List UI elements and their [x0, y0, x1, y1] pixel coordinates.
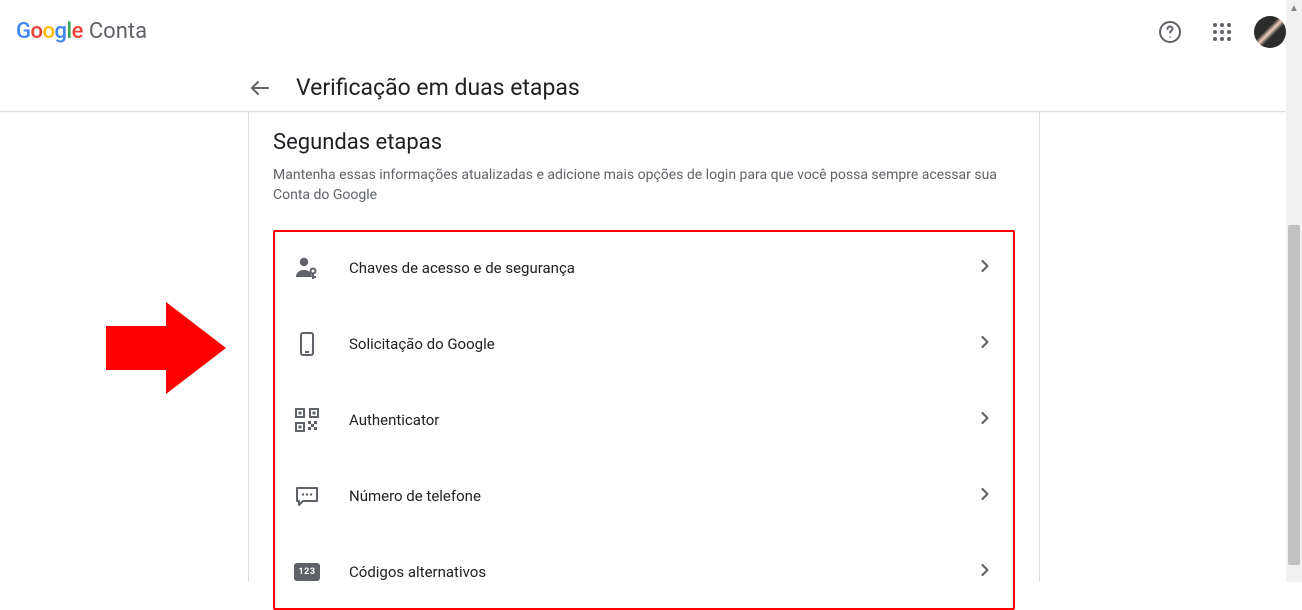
- content-panel: Segundas etapas Mantenha essas informaçõ…: [248, 112, 1040, 582]
- backup-codes-icon: 123: [293, 558, 321, 586]
- section-description: Mantenha essas informações atualizadas e…: [273, 165, 1013, 206]
- chevron-right-icon: [975, 256, 995, 280]
- annotation-arrow: [106, 296, 226, 400]
- option-authenticator[interactable]: Authenticator: [275, 384, 1013, 456]
- back-button[interactable]: [248, 76, 272, 100]
- option-label: Chaves de acesso e de segurança: [349, 259, 975, 277]
- chevron-right-icon: [975, 332, 995, 356]
- apps-button[interactable]: [1202, 12, 1242, 52]
- scrollbar-track[interactable]: ▲: [1286, 0, 1302, 582]
- option-backup-codes[interactable]: 123 Códigos alternativos: [275, 536, 1013, 608]
- codes-badge: 123: [294, 563, 320, 581]
- qr-code-icon: [293, 406, 321, 434]
- option-label: Número de telefone: [349, 487, 975, 505]
- apps-grid-icon: [1212, 22, 1232, 42]
- page-title: Verificação em duas etapas: [296, 74, 580, 101]
- arrow-left-icon: [248, 76, 272, 100]
- help-icon: [1158, 20, 1182, 44]
- option-label: Solicitação do Google: [349, 335, 975, 353]
- sms-icon: [293, 482, 321, 510]
- page-subheader: Verificação em duas etapas: [0, 64, 1302, 112]
- phone-icon: [293, 330, 321, 358]
- chevron-right-icon: [975, 560, 995, 584]
- scroll-up-arrow-icon[interactable]: ▲: [1286, 0, 1302, 16]
- header-actions: [1150, 12, 1286, 52]
- logo-area[interactable]: Google Conta: [16, 19, 147, 44]
- option-label: Códigos alternativos: [349, 563, 975, 581]
- passkey-icon: [293, 254, 321, 282]
- scrollbar-thumb[interactable]: [1288, 225, 1300, 565]
- product-label: Conta: [89, 19, 147, 44]
- option-passkeys[interactable]: Chaves de acesso e de segurança: [275, 232, 1013, 304]
- option-label: Authenticator: [349, 411, 975, 429]
- option-google-prompt[interactable]: Solicitação do Google: [275, 308, 1013, 380]
- account-avatar[interactable]: [1254, 16, 1286, 48]
- google-logo: Google: [16, 19, 83, 44]
- help-button[interactable]: [1150, 12, 1190, 52]
- chevron-right-icon: [975, 408, 995, 432]
- section-title: Segundas etapas: [273, 130, 1015, 155]
- chevron-right-icon: [975, 484, 995, 508]
- option-phone-number[interactable]: Número de telefone: [275, 460, 1013, 532]
- second-steps-list: Chaves de acesso e de segurança Solicita…: [273, 230, 1015, 610]
- app-header: Google Conta: [0, 0, 1302, 64]
